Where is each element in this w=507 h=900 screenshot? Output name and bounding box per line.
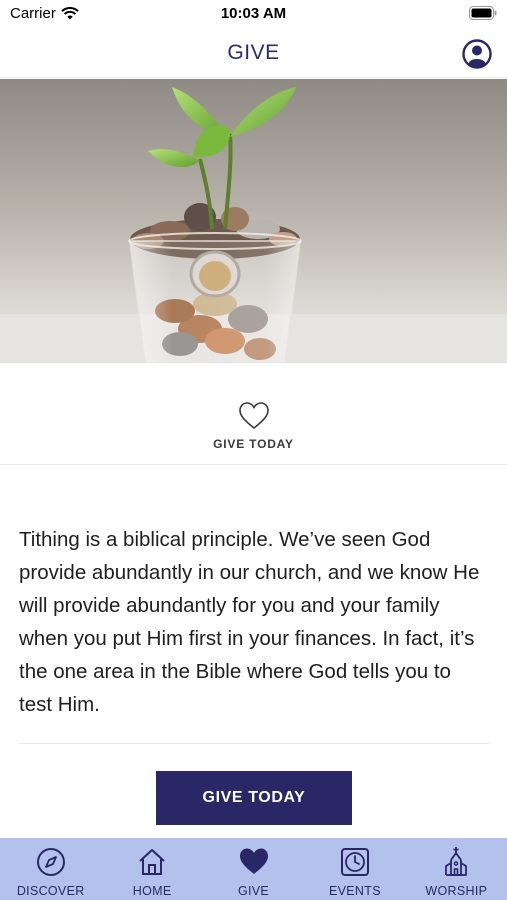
heart-icon xyxy=(239,848,268,874)
give-today-label: GIVE TODAY xyxy=(213,437,294,451)
tab-give[interactable]: GIVE xyxy=(203,838,304,900)
tab-give-label: GIVE xyxy=(237,884,270,898)
clock-icon xyxy=(340,848,369,876)
nav-header: GIVE xyxy=(0,28,507,78)
status-bar: Carrier 10:03 AM xyxy=(0,0,507,28)
tab-events-label: EVENTS xyxy=(329,884,381,898)
compass-icon xyxy=(36,848,65,876)
tab-discover-label: DISCOVER xyxy=(16,884,85,898)
page-title: GIVE xyxy=(227,41,280,64)
hero-image xyxy=(0,79,507,363)
church-icon xyxy=(445,847,468,876)
profile-icon[interactable] xyxy=(462,39,492,69)
tab-discover[interactable]: DISCOVER xyxy=(0,838,101,900)
give-today-link[interactable]: GIVE TODAY xyxy=(0,363,507,465)
house-icon xyxy=(139,849,165,875)
divider xyxy=(19,743,489,744)
tab-home-label: HOME xyxy=(132,884,172,898)
coin-jar-plant-illustration xyxy=(0,79,507,363)
tab-events[interactable]: EVENTS xyxy=(304,838,405,900)
tab-worship[interactable]: WORSHIP xyxy=(406,838,507,900)
battery-icon xyxy=(469,6,497,20)
tab-bar: DISCOVER HOME GIVE EVENTS WORSHIP xyxy=(0,838,507,900)
status-time: 10:03 AM xyxy=(220,5,287,22)
heart-outline-icon xyxy=(239,402,269,430)
tab-home[interactable]: HOME xyxy=(101,838,202,900)
give-today-button[interactable]: GIVE TODAY xyxy=(156,771,352,825)
tab-worship-label: WORSHIP xyxy=(425,884,488,898)
tithing-paragraph: Tithing is a biblical principle. We’ve s… xyxy=(19,528,480,716)
